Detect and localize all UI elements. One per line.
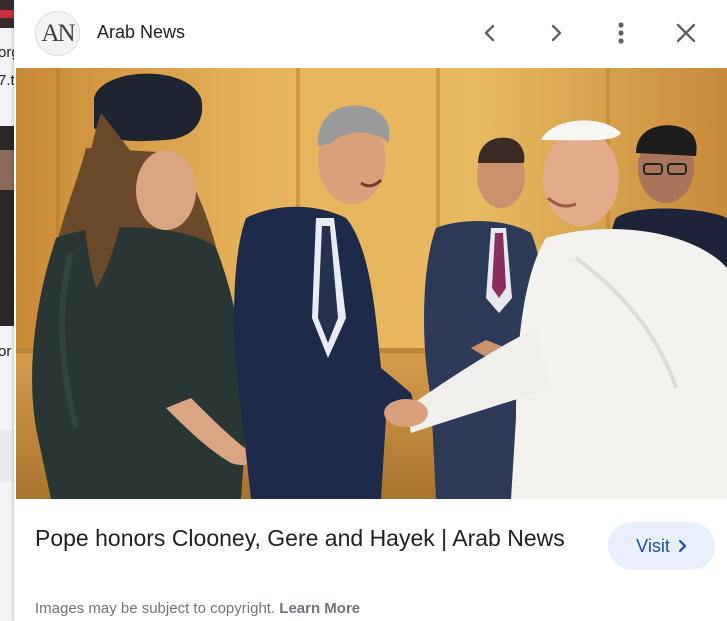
background-block	[0, 430, 14, 482]
background-snippet: org	[0, 44, 14, 61]
more-options-button[interactable]	[603, 15, 639, 51]
background-thumbnail-accent	[0, 150, 14, 190]
result-title[interactable]: Pope honors Clooney, Gere and Hayek | Ar…	[35, 522, 575, 555]
visit-button[interactable]: Visit	[608, 522, 715, 570]
background-thumbnail-accent	[0, 10, 14, 18]
background-snippet: or	[0, 343, 12, 360]
visit-button-label: Visit	[636, 535, 670, 556]
chevron-left-icon	[484, 24, 495, 42]
image-preview-panel: AN Arab News Pope honors Clooney, Gere a…	[14, 0, 727, 621]
next-button[interactable]	[538, 15, 574, 51]
background-page: org 7.t or	[0, 0, 14, 621]
source-name[interactable]: Arab News	[97, 22, 185, 43]
background-snippet: 7.t	[0, 72, 14, 89]
close-button[interactable]	[668, 15, 704, 51]
panel-header: AN Arab News	[14, 0, 727, 66]
preview-image[interactable]	[16, 68, 727, 499]
previous-button[interactable]	[472, 15, 508, 51]
photo-illustration	[16, 68, 727, 499]
close-icon	[676, 23, 696, 43]
source-logo[interactable]: AN	[35, 11, 80, 56]
copyright-notice: Images may be subject to copyright. Lear…	[35, 600, 360, 617]
learn-more-link[interactable]: Learn More	[279, 600, 360, 617]
chevron-right-icon	[678, 539, 686, 553]
chevron-right-icon	[551, 24, 562, 42]
more-vert-icon	[618, 22, 624, 44]
copyright-text: Images may be subject to copyright.	[35, 600, 276, 617]
